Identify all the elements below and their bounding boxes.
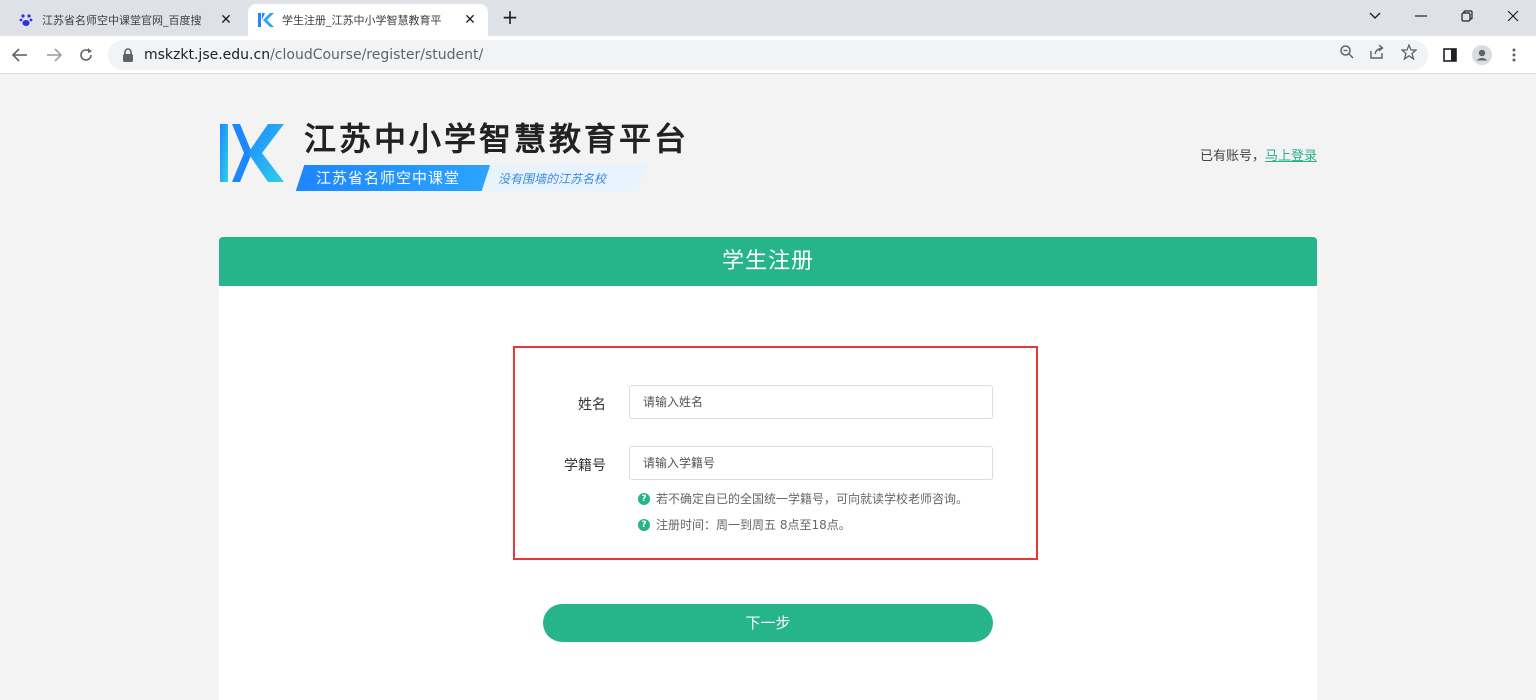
- login-prompt: 已有账号，马上登录: [1200, 145, 1317, 164]
- forward-arrow-icon[interactable]: [42, 43, 66, 67]
- brand-badge: 江苏省名师空中课堂: [316, 169, 461, 187]
- brand-title: 江苏中小学智慧教育平台: [304, 120, 690, 158]
- next-step-button[interactable]: 下一步: [543, 604, 993, 642]
- question-icon: ?: [638, 518, 650, 531]
- login-prompt-text: 已有账号，: [1199, 149, 1265, 164]
- brand-slogan: 没有围墙的江苏名校: [498, 172, 607, 186]
- tab-search-chevron-icon[interactable]: [1352, 0, 1398, 32]
- browser-tab-bar: 江苏省名师空中课堂官网_百度搜 ✕ 学生注册_江苏中小学智慧教育平 ✕ +: [0, 0, 1536, 36]
- url-path: /cloudCourse/register/student/: [270, 47, 484, 63]
- share-icon[interactable]: [1368, 43, 1386, 61]
- close-window-icon[interactable]: [1490, 0, 1536, 32]
- tip-register-time: ? 注册时间：周一到周五 8点至18点。: [638, 516, 851, 533]
- student-id-input[interactable]: [629, 446, 993, 480]
- name-input[interactable]: [629, 385, 993, 419]
- close-tab-icon[interactable]: ✕: [218, 12, 234, 28]
- browser-tab-register[interactable]: 学生注册_江苏中小学智慧教育平 ✕: [248, 4, 488, 36]
- minimize-icon[interactable]: [1398, 0, 1444, 32]
- student-id-label: 学籍号: [564, 458, 606, 474]
- new-tab-button[interactable]: +: [498, 6, 522, 30]
- k-logo-icon: [258, 12, 274, 28]
- menu-kebab-icon[interactable]: [1504, 45, 1524, 65]
- platform-k-logo: [220, 124, 284, 182]
- name-label: 姓名: [578, 397, 606, 413]
- form-title: 学生注册: [219, 237, 1317, 286]
- restore-icon[interactable]: [1444, 0, 1490, 32]
- zoom-icon[interactable]: [1338, 43, 1356, 61]
- address-bar[interactable]: mskzkt.jse.edu.cn/cloudCourse/register/s…: [108, 40, 1428, 70]
- tip-text: 若不确定自已的全国统一学籍号，可向就读学校老师咨询。: [656, 492, 969, 506]
- tab-title: 学生注册_江苏中小学智慧教育平: [282, 14, 442, 27]
- reload-icon[interactable]: [74, 43, 98, 67]
- close-tab-icon[interactable]: ✕: [462, 12, 478, 28]
- browser-toolbar: mskzkt.jse.edu.cn/cloudCourse/register/s…: [0, 36, 1536, 74]
- browser-tab-baidu[interactable]: 江苏省名师空中课堂官网_百度搜 ✕: [8, 4, 244, 36]
- baidu-paw-icon: [18, 12, 34, 28]
- question-icon: ?: [638, 492, 650, 505]
- profile-avatar-icon[interactable]: [1472, 45, 1492, 65]
- tip-text: 注册时间：周一到周五 8点至18点。: [656, 518, 851, 532]
- lock-icon: [123, 48, 133, 62]
- back-arrow-icon[interactable]: [8, 43, 32, 67]
- tip-student-id: ? 若不确定自已的全国统一学籍号，可向就读学校老师咨询。: [638, 490, 968, 507]
- side-panel-icon[interactable]: [1440, 45, 1460, 65]
- login-link[interactable]: 马上登录: [1265, 149, 1317, 164]
- bookmark-star-icon[interactable]: [1400, 43, 1418, 61]
- url-domain: mskzkt.jse.edu.cn: [144, 47, 271, 63]
- url-text: mskzkt.jse.edu.cn/cloudCourse/register/s…: [144, 47, 483, 63]
- tab-title: 江苏省名师空中课堂官网_百度搜: [42, 14, 202, 27]
